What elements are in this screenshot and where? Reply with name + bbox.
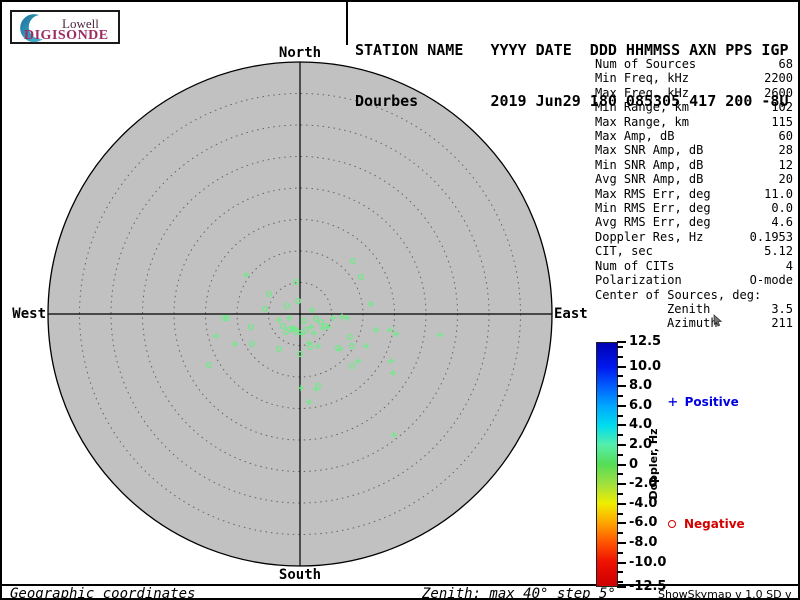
compass-label-south: South <box>270 567 330 583</box>
compass-label-west: West <box>6 306 46 322</box>
legend-negative: Negative <box>668 517 745 531</box>
param-value: 20 <box>779 172 793 186</box>
compass-label-north: North <box>270 45 330 61</box>
param-label: Polarization <box>595 273 682 287</box>
footer-version-label: ShowSkymap v 1.0 SD v 5.1 <box>658 588 798 600</box>
param-row: Polarization O-mode <box>595 273 793 287</box>
param-value: 102 <box>771 100 793 114</box>
param-value: 4 <box>786 259 793 273</box>
param-row: Min SNR Amp, dB 12 <box>595 158 793 172</box>
param-label: Doppler Res, Hz <box>595 230 703 244</box>
mouse-cursor-icon <box>713 314 725 327</box>
param-row: Azimuth 211 <box>595 316 793 330</box>
param-label: Min SNR Amp, dB <box>595 158 703 172</box>
param-value: 0.0 <box>771 201 793 215</box>
legend-positive-label: Positive <box>685 395 739 409</box>
skymap-app-window: North South West East Lowell DIGISONDE S… <box>0 0 800 600</box>
param-label: Num of Sources <box>595 57 696 71</box>
param-value: 28 <box>779 143 793 157</box>
param-row: Max RMS Err, deg 11.0 <box>595 187 793 201</box>
header-divider-line <box>346 2 348 45</box>
param-row: Max Freq, kHz 2600 <box>595 86 793 100</box>
param-row: Max SNR Amp, dB 28 <box>595 143 793 157</box>
param-value: 211 <box>771 316 793 330</box>
param-label: Min RMS Err, deg <box>595 201 711 215</box>
param-row: Max Amp, dB 60 <box>595 129 793 143</box>
param-value: 0.1953 <box>750 230 793 244</box>
legend-negative-label: Negative <box>684 517 745 531</box>
footer-coordinates-label: Geographic coordinates <box>10 586 195 600</box>
param-row: Num of CITs 4 <box>595 259 793 273</box>
param-label: Max SNR Amp, dB <box>595 143 703 157</box>
param-row: Min RMS Err, deg 0.0 <box>595 201 793 215</box>
param-row: Avg SNR Amp, dB 20 <box>595 172 793 186</box>
param-label: Num of CITs <box>595 259 674 273</box>
param-label: Center of Sources, deg: <box>595 288 761 302</box>
param-value: O-mode <box>750 273 793 287</box>
param-value: 2200 <box>764 71 793 85</box>
lowell-digisonde-logo: Lowell DIGISONDE <box>10 10 120 44</box>
param-row: Min Freq, kHz 2200 <box>595 71 793 85</box>
logo-text-digisonde: DIGISONDE <box>24 28 109 44</box>
param-label: Max Range, km <box>595 115 689 129</box>
param-row: Num of Sources 68 <box>595 57 793 71</box>
compass-label-east: East <box>554 306 598 322</box>
legend-positive: + Positive <box>668 395 739 409</box>
param-value: 3.5 <box>771 302 793 316</box>
param-label: Min Freq, kHz <box>595 71 689 85</box>
param-label: Avg SNR Amp, dB <box>595 172 703 186</box>
param-label: Min Range, km <box>595 100 689 114</box>
param-label: Max Freq, kHz <box>595 86 689 100</box>
param-row: Max Range, km 115 <box>595 115 793 129</box>
param-value: 115 <box>771 115 793 129</box>
plus-marker-icon: + <box>668 395 678 409</box>
param-label: Zenith <box>667 302 710 316</box>
param-value: 11.0 <box>764 187 793 201</box>
param-label: Max Amp, dB <box>595 129 674 143</box>
param-label: CIT, sec <box>595 244 653 258</box>
param-value: 4.6 <box>771 215 793 229</box>
param-label: Azimuth <box>667 316 718 330</box>
param-row: Avg RMS Err, deg 4.6 <box>595 215 793 229</box>
param-value: 5.12 <box>764 244 793 258</box>
param-row: Min Range, km 102 <box>595 100 793 114</box>
param-value: 68 <box>779 57 793 71</box>
parameter-panel: Num of Sources68Min Freq, kHz2200Max Fre… <box>595 57 793 331</box>
param-row: Doppler Res, Hz 0.1953 <box>595 230 793 244</box>
param-value: 60 <box>779 129 793 143</box>
footer-zenith-range-label: Zenith: max 40° step 5° <box>422 586 616 600</box>
param-row: Zenith 3.5 <box>595 302 793 316</box>
param-value: 2600 <box>764 86 793 100</box>
circle-marker-icon <box>668 520 676 528</box>
param-label: Avg RMS Err, deg <box>595 215 711 229</box>
param-value: 12 <box>779 158 793 172</box>
param-row: CIT, sec 5.12 <box>595 244 793 258</box>
param-label: Max RMS Err, deg <box>595 187 711 201</box>
param-row: Center of Sources, deg: <box>595 288 793 302</box>
